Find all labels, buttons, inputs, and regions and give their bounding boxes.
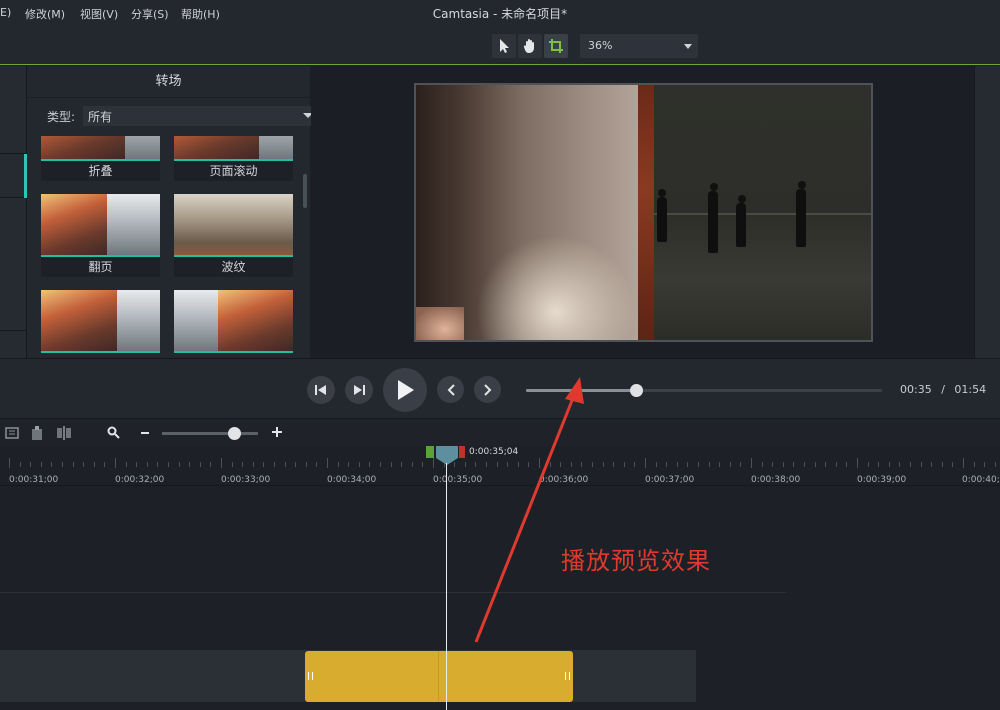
camtasia-window: { "window": { "title": "Camtasia - 未命名项目… [0, 0, 1000, 710]
annotation-arrow [474, 377, 584, 643]
